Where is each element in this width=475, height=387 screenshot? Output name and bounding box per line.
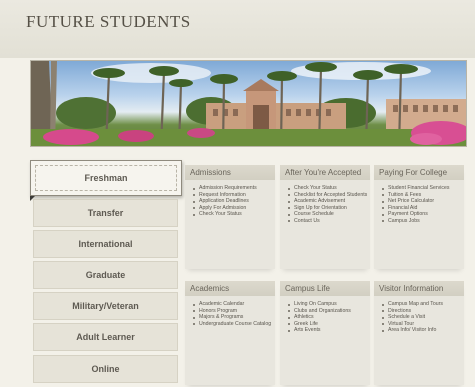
panel-link[interactable]: Contact Us: [288, 218, 368, 225]
panel-after-accepted: After You're Accepted Check Your Status …: [280, 165, 370, 269]
student-type-nav: Freshman Transfer International Graduate…: [30, 157, 182, 387]
panel-paying-for-college: Paying For College Student Financial Ser…: [374, 165, 464, 269]
panel-link[interactable]: Course Schedule: [288, 211, 368, 218]
panel-title: Academics: [185, 281, 275, 296]
nav-item-adult-learner[interactable]: Adult Learner: [33, 323, 178, 351]
panel-link[interactable]: Honors Program: [193, 308, 273, 315]
panel-link[interactable]: Admission Requirements: [193, 185, 273, 192]
nav-item-label: Military/Veteran: [72, 301, 139, 311]
nav-item-label: Adult Learner: [76, 332, 135, 342]
panel-title: Admissions: [185, 165, 275, 180]
panel-link[interactable]: Campus Map and Tours: [382, 301, 462, 308]
panel-link[interactable]: Application Deadlines: [193, 198, 273, 205]
panel-link[interactable]: Financial Aid: [382, 205, 462, 212]
panel-link[interactable]: Arts Events: [288, 327, 368, 334]
panel-link[interactable]: Checklist for Accepted Students: [288, 192, 368, 199]
nav-item-label: Graduate: [85, 270, 126, 280]
campus-banner-image: [30, 60, 467, 147]
panel-link[interactable]: Payment Options: [382, 211, 462, 218]
page: FUTURE STUDENTS Freshman Transfer Intern…: [0, 0, 475, 387]
panel-link[interactable]: Greek Life: [288, 321, 368, 328]
panel-link[interactable]: Majors & Programs: [193, 314, 273, 321]
panel-title: After You're Accepted: [280, 165, 370, 180]
panel-link[interactable]: Sign Up for Orientation: [288, 205, 368, 212]
nav-item-online[interactable]: Online: [33, 355, 178, 383]
nav-item-label: Transfer: [87, 208, 124, 218]
page-header: FUTURE STUDENTS: [0, 0, 475, 58]
panel-admissions: Admissions Admission Requirements Reques…: [185, 165, 275, 269]
panel-link[interactable]: Undergraduate Course Catalog: [193, 321, 273, 328]
nav-item-freshman[interactable]: Freshman: [30, 160, 182, 201]
nav-item-transfer[interactable]: Transfer: [33, 199, 178, 227]
panel-link[interactable]: Academic Calendar: [193, 301, 273, 308]
nav-item-label: Freshman: [84, 173, 128, 183]
panel-link[interactable]: Request Information: [193, 192, 273, 199]
panel-link[interactable]: Virtual Tour: [382, 321, 462, 328]
panel-campus-life: Campus Life Living On Campus Clubs and O…: [280, 281, 370, 385]
panel-link[interactable]: Academic Advisement: [288, 198, 368, 205]
panel-link[interactable]: Living On Campus: [288, 301, 368, 308]
nav-item-graduate[interactable]: Graduate: [33, 261, 178, 289]
panel-title: Campus Life: [280, 281, 370, 296]
panel-link[interactable]: Directions: [382, 308, 462, 315]
panel-title: Visitor Information: [374, 281, 464, 296]
panel-title: Paying For College: [374, 165, 464, 180]
nav-item-military-veteran[interactable]: Military/Veteran: [33, 292, 178, 320]
panel-link[interactable]: Campus Jobs: [382, 218, 462, 225]
panel-link[interactable]: Check Your Status: [288, 185, 368, 192]
panel-link[interactable]: Area Info/ Visitor Info: [382, 327, 462, 334]
panel-link[interactable]: Tuition & Fees: [382, 192, 462, 199]
panel-link[interactable]: Schedule a Visit: [382, 314, 462, 321]
panel-link[interactable]: Net Price Calculator: [382, 198, 462, 205]
panel-link[interactable]: Student Financial Services: [382, 185, 462, 192]
panel-link[interactable]: Apply For Admission: [193, 205, 273, 212]
panel-link[interactable]: Athletics: [288, 314, 368, 321]
panel-visitor-information: Visitor Information Campus Map and Tours…: [374, 281, 464, 385]
page-title: FUTURE STUDENTS: [26, 12, 191, 31]
nav-item-label: International: [78, 239, 133, 249]
panel-link[interactable]: Check Your Status: [193, 211, 273, 218]
panel-link[interactable]: Clubs and Organizations: [288, 308, 368, 315]
panel-academics: Academics Academic Calendar Honors Progr…: [185, 281, 275, 385]
nav-item-label: Online: [91, 364, 120, 374]
nav-item-international[interactable]: International: [33, 230, 178, 258]
